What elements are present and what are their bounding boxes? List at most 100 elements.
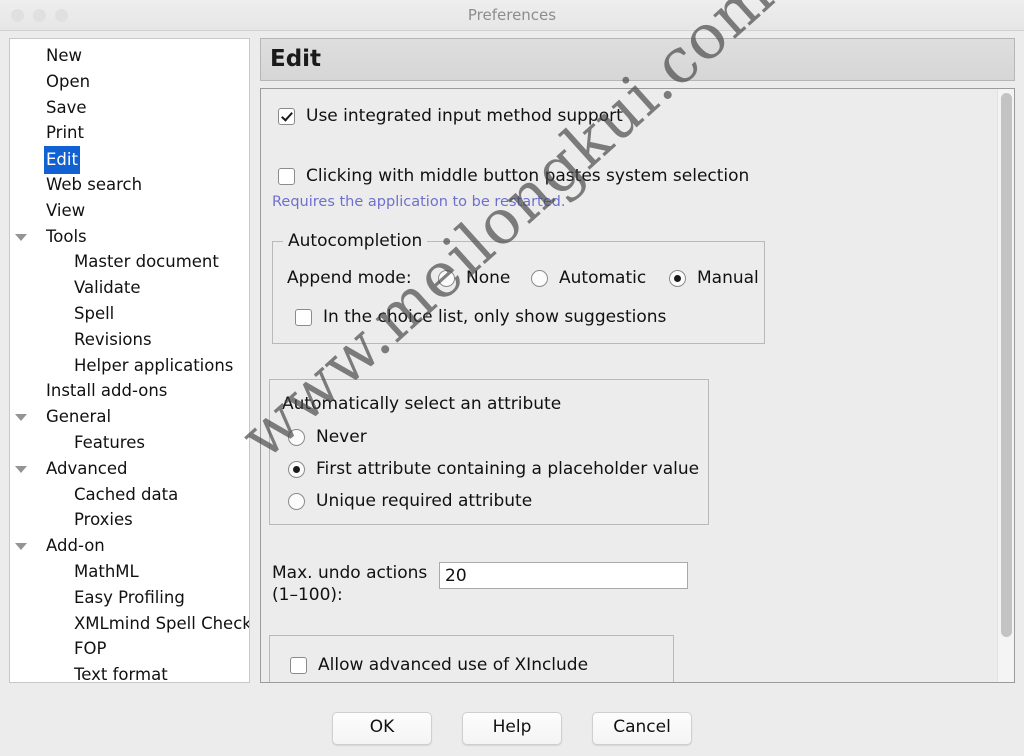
auto-select-first-attribute-radio[interactable] bbox=[288, 460, 305, 478]
sidebar-item-label: Open bbox=[46, 71, 91, 91]
auto-select-attribute-groupbox: Automatically select an attribute Never … bbox=[269, 379, 709, 525]
sidebar-item-text-format[interactable]: Text format bbox=[10, 662, 249, 683]
max-undo-label-line2: (1–100): bbox=[272, 585, 343, 605]
append-mode-option-manual[interactable]: Manual bbox=[669, 268, 759, 288]
auto-select-never-radio[interactable] bbox=[288, 428, 305, 446]
auto-select-unique-required-radio[interactable] bbox=[288, 492, 305, 510]
append-mode-automatic-label: Automatic bbox=[559, 268, 647, 288]
sidebar-item-advanced[interactable]: Advanced bbox=[10, 456, 249, 482]
append-mode-option-automatic[interactable]: Automatic bbox=[531, 268, 646, 288]
tree-disclosure-triangle-icon[interactable] bbox=[10, 224, 32, 250]
vertical-scrollbar-thumb[interactable] bbox=[1001, 93, 1012, 637]
sidebar-item-general[interactable]: General bbox=[10, 404, 249, 430]
xinclude-groupbox: Allow advanced use of XInclude bbox=[269, 635, 674, 682]
sidebar-item-label: Features bbox=[74, 432, 145, 452]
restart-required-hint: Requires the application to be restarted… bbox=[272, 194, 566, 210]
sidebar-item-mathml[interactable]: MathML bbox=[10, 559, 249, 585]
append-mode-option-none[interactable]: None bbox=[438, 268, 510, 288]
autocompletion-groupbox-title: Autocompletion bbox=[283, 231, 428, 251]
sidebar-item-install-add-ons[interactable]: Install add-ons bbox=[10, 378, 249, 404]
vertical-scrollbar[interactable] bbox=[997, 89, 1014, 682]
auto-select-unique-required-label: Unique required attribute bbox=[316, 491, 533, 511]
sidebar-item-label: FOP bbox=[74, 639, 107, 659]
sidebar-item-helper-applications[interactable]: Helper applications bbox=[10, 353, 249, 379]
append-mode-automatic-radio[interactable] bbox=[531, 269, 548, 287]
xinclude-checkbox[interactable] bbox=[290, 656, 307, 674]
cancel-button[interactable]: Cancel bbox=[592, 712, 692, 745]
window-title: Preferences bbox=[467, 6, 557, 24]
auto-select-never-label: Never bbox=[316, 427, 367, 447]
sidebar-item-validate[interactable]: Validate bbox=[10, 275, 249, 301]
sidebar-item-features[interactable]: Features bbox=[10, 430, 249, 456]
sidebar-item-cached-data[interactable]: Cached data bbox=[10, 482, 249, 508]
sidebar-item-xmlmind-spell-checker[interactable]: XMLmind Spell Checker bbox=[10, 611, 249, 637]
max-undo-input[interactable]: 20 bbox=[439, 562, 688, 589]
tree-disclosure-triangle-icon[interactable] bbox=[10, 404, 32, 430]
preferences-category-tree[interactable]: New Open Save Print Edit Web search View Tools M… bbox=[9, 38, 250, 683]
append-mode-manual-radio[interactable] bbox=[669, 269, 686, 287]
sidebar-item-add-on[interactable]: Add-on bbox=[10, 533, 249, 559]
sidebar-item-label: Save bbox=[46, 97, 87, 117]
only-show-suggestions-checkbox[interactable] bbox=[295, 308, 312, 326]
sidebar-item-label: Cached data bbox=[74, 484, 179, 504]
only-show-suggestions-row[interactable]: In the choice list, only show suggestion… bbox=[295, 307, 666, 327]
sidebar-item-save[interactable]: Save bbox=[10, 95, 249, 121]
sidebar-item-label: XMLmind Spell Checker bbox=[74, 613, 250, 633]
max-undo-label-line1: Max. undo actions bbox=[272, 563, 428, 583]
auto-select-option-never[interactable]: Never bbox=[288, 427, 367, 447]
append-mode-none-radio[interactable] bbox=[438, 269, 455, 287]
auto-select-option-unique-required[interactable]: Unique required attribute bbox=[288, 491, 532, 511]
sidebar-item-label: Validate bbox=[74, 278, 141, 298]
sidebar-item-web-search[interactable]: Web search bbox=[10, 172, 249, 198]
input-method-row[interactable]: Use integrated input method support bbox=[278, 106, 623, 126]
middle-button-paste-checkbox[interactable] bbox=[278, 167, 295, 185]
sidebar-item-easy-profiling[interactable]: Easy Profiling bbox=[10, 585, 249, 611]
autocompletion-groupbox: Autocompletion Append mode: None Automat… bbox=[272, 231, 765, 344]
sidebar-item-label: New bbox=[46, 46, 82, 65]
sidebar-item-label: Add-on bbox=[46, 536, 105, 556]
sidebar-item-label: Easy Profiling bbox=[74, 587, 185, 607]
sidebar-item-label: Print bbox=[46, 123, 84, 143]
settings-content: Use integrated input method support Clic… bbox=[261, 89, 997, 682]
sidebar-item-revisions[interactable]: Revisions bbox=[10, 327, 249, 353]
auto-select-option-first-attribute[interactable]: First attribute containing a placeholder… bbox=[288, 459, 699, 479]
sidebar-item-tools[interactable]: Tools bbox=[10, 224, 249, 250]
sidebar-item-view[interactable]: View bbox=[10, 198, 249, 224]
sidebar-item-label: Install add-ons bbox=[46, 381, 168, 401]
xinclude-label: Allow advanced use of XInclude bbox=[318, 655, 589, 675]
sidebar-item-label: Tools bbox=[46, 226, 87, 246]
append-mode-none-label: None bbox=[466, 268, 511, 288]
sidebar-item-label: MathML bbox=[74, 561, 139, 581]
input-method-checkbox[interactable] bbox=[278, 107, 295, 125]
tree-disclosure-triangle-icon[interactable] bbox=[10, 533, 32, 559]
sidebar-item-label: Spell bbox=[74, 303, 115, 323]
sidebar-item-print[interactable]: Print bbox=[10, 120, 249, 146]
sidebar-item-new[interactable]: New bbox=[10, 43, 249, 69]
ok-button[interactable]: OK bbox=[332, 712, 432, 745]
auto-select-first-attribute-label: First attribute containing a placeholder… bbox=[316, 459, 700, 479]
window-titlebar: Preferences bbox=[0, 0, 1024, 31]
append-mode-manual-label: Manual bbox=[697, 268, 759, 288]
only-show-suggestions-label: In the choice list, only show suggestion… bbox=[323, 307, 667, 327]
sidebar-item-label: Helper applications bbox=[74, 355, 234, 375]
sidebar-item-label: Web search bbox=[46, 174, 143, 194]
input-method-label: Use integrated input method support bbox=[306, 106, 623, 126]
page-title: Edit bbox=[270, 46, 322, 72]
sidebar-item-label: Advanced bbox=[46, 458, 128, 478]
sidebar-item-label: Text format bbox=[74, 665, 168, 683]
sidebar-item-label: Edit bbox=[44, 146, 80, 174]
auto-select-attribute-title: Automatically select an attribute bbox=[282, 394, 562, 414]
xinclude-row[interactable]: Allow advanced use of XInclude bbox=[290, 655, 588, 675]
help-button[interactable]: Help bbox=[462, 712, 562, 745]
sidebar-item-label: View bbox=[46, 200, 86, 220]
sidebar-item-spell[interactable]: Spell bbox=[10, 301, 249, 327]
settings-scroll-area: Use integrated input method support Clic… bbox=[260, 88, 1015, 683]
sidebar-item-edit[interactable]: Edit bbox=[10, 146, 249, 174]
sidebar-item-open[interactable]: Open bbox=[10, 69, 249, 95]
middle-button-paste-row[interactable]: Clicking with middle button pastes syste… bbox=[278, 166, 749, 186]
sidebar-item-proxies[interactable]: Proxies bbox=[10, 507, 249, 533]
tree-disclosure-triangle-icon[interactable] bbox=[10, 456, 32, 482]
sidebar-item-fop[interactable]: FOP bbox=[10, 636, 249, 662]
sidebar-item-master-document[interactable]: Master document bbox=[10, 249, 249, 275]
append-mode-label: Append mode: bbox=[287, 268, 412, 288]
